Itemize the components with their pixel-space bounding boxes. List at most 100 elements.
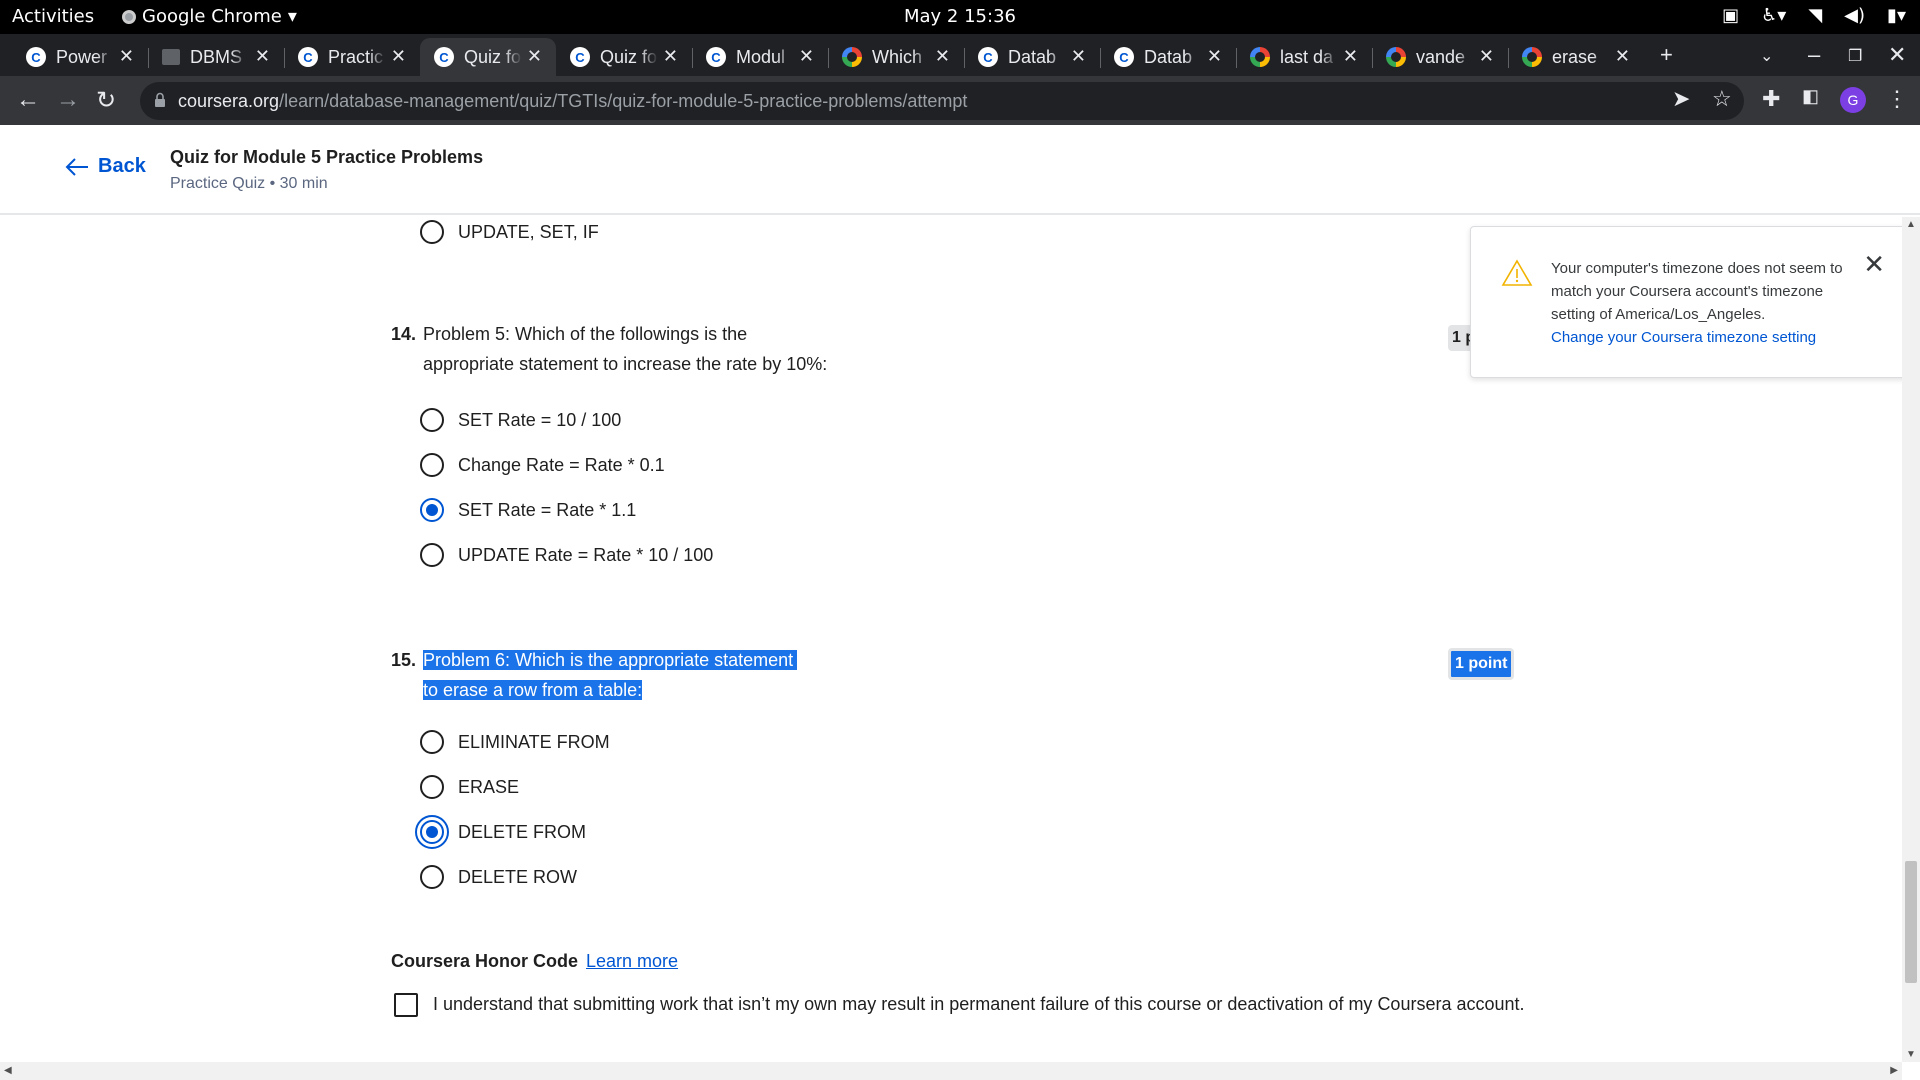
coursera-icon: C <box>570 47 590 67</box>
question-text-line: Problem 5: Which of the followings is th… <box>423 324 748 344</box>
scroll-right-icon[interactable]: ▶ <box>1890 1065 1898 1076</box>
honor-code-checkbox[interactable] <box>394 993 418 1017</box>
close-tab-icon[interactable]: ✕ <box>119 46 134 67</box>
option-label: ELIMINATE FROM <box>458 731 610 752</box>
warning-icon <box>1501 259 1533 286</box>
volume-icon: ◀) <box>1844 5 1866 26</box>
radio-button[interactable] <box>415 815 449 849</box>
vertical-scrollbar[interactable]: ▲ ▼ <box>1902 217 1920 1062</box>
browser-tab[interactable]: Which ✕ <box>828 38 964 76</box>
browser-toolbar: ← → ↻ coursera.org/learn/database-manage… <box>0 76 1920 125</box>
radio-option[interactable]: SET Rate = Rate * 1.1 <box>420 495 636 525</box>
back-arrow-icon[interactable]: ← <box>16 86 40 114</box>
change-timezone-link[interactable]: Change your Coursera timezone setting <box>1551 326 1871 349</box>
browser-tab[interactable]: C Quiz fo ✕ <box>556 38 692 76</box>
tab-title: Datab <box>1008 46 1057 67</box>
reload-icon[interactable]: ↻ <box>96 86 116 115</box>
close-tab-icon[interactable]: ✕ <box>527 46 542 67</box>
menu-dots-icon[interactable]: ⋮ <box>1886 86 1908 112</box>
radio-option[interactable]: UPDATE Rate = Rate * 10 / 100 <box>420 540 713 570</box>
radio-option[interactable]: DELETE ROW <box>420 862 577 892</box>
close-tab-icon[interactable]: ✕ <box>663 46 678 67</box>
minimize-icon[interactable]: – <box>1808 42 1820 68</box>
browser-tab[interactable]: C Power ✕ <box>12 38 148 76</box>
back-label: Back <box>98 155 146 177</box>
radio-button[interactable] <box>420 453 444 477</box>
close-tab-icon[interactable]: ✕ <box>391 46 406 67</box>
browser-tab[interactable]: erase ✕ <box>1508 38 1644 76</box>
browser-tab[interactable]: C Modul ✕ <box>692 38 828 76</box>
scroll-left-icon[interactable]: ◀ <box>4 1065 12 1076</box>
learn-more-link[interactable]: Learn more <box>586 951 678 972</box>
close-tab-icon[interactable]: ✕ <box>1207 46 1222 67</box>
browser-tab[interactable]: C Quiz fo ✕ <box>420 38 556 76</box>
scrollbar-thumb[interactable] <box>1905 861 1917 983</box>
back-button[interactable]: Back <box>64 155 146 178</box>
coursera-icon: C <box>978 47 998 67</box>
browser-tab[interactable]: C Datab ✕ <box>1100 38 1236 76</box>
option-label: DELETE ROW <box>458 866 578 887</box>
restore-icon[interactable]: ❐ <box>1848 46 1862 66</box>
arrow-left-icon <box>65 157 88 176</box>
radio-button[interactable] <box>420 408 444 432</box>
scroll-down-icon[interactable]: ▼ <box>1906 1049 1916 1060</box>
send-icon[interactable]: ➤ <box>1672 86 1690 112</box>
close-tab-icon[interactable]: ✕ <box>1479 46 1494 67</box>
timezone-notification: Your computer's timezone does not seem t… <box>1470 226 1908 378</box>
radio-option[interactable]: ERASE <box>420 772 519 802</box>
tab-title: Practic <box>328 46 384 67</box>
radio-option[interactable]: UPDATE, SET, IF <box>420 217 599 247</box>
google-icon <box>1250 47 1270 67</box>
tab-title: Modul <box>736 46 786 67</box>
forward-arrow-icon[interactable]: → <box>56 86 80 114</box>
side-panel-icon[interactable]: ◧ <box>1802 86 1819 107</box>
timezone-message: Your computer's timezone does not seem t… <box>1551 260 1843 323</box>
close-icon[interactable]: ✕ <box>1863 249 1885 280</box>
radio-button[interactable] <box>420 498 444 522</box>
tab-title: Which <box>872 46 923 67</box>
close-tab-icon[interactable]: ✕ <box>935 46 950 67</box>
radio-option[interactable]: Change Rate = Rate * 0.1 <box>420 450 665 480</box>
radio-button[interactable] <box>420 730 444 754</box>
coursera-icon: C <box>434 47 454 67</box>
close-tab-icon[interactable]: ✕ <box>1615 46 1630 67</box>
address-bar[interactable]: coursera.org/learn/database-management/q… <box>140 82 1744 120</box>
profile-avatar[interactable]: G <box>1840 87 1866 113</box>
url-host: coursera.org <box>178 90 280 111</box>
accessibility-icon: ♿▾ <box>1761 5 1787 26</box>
new-tab-button[interactable]: + <box>1660 42 1673 68</box>
radio-button[interactable] <box>420 775 444 799</box>
chat-icon: ▣ <box>1722 5 1740 26</box>
points-badge: 1 point <box>1448 648 1515 680</box>
honor-code-title: Coursera Honor Code <box>391 951 579 971</box>
extensions-icon[interactable]: ✚ <box>1762 86 1780 112</box>
browser-tab[interactable]: C Practic ✕ <box>284 38 420 76</box>
close-tab-icon[interactable]: ✕ <box>1343 46 1358 67</box>
radio-button[interactable] <box>420 865 444 889</box>
close-tab-icon[interactable]: ✕ <box>1071 46 1086 67</box>
radio-option[interactable]: ELIMINATE FROM <box>420 727 610 757</box>
close-tab-icon[interactable]: ✕ <box>255 46 270 67</box>
tab-title: erase <box>1552 46 1598 67</box>
browser-tab[interactable]: C Datab ✕ <box>964 38 1100 76</box>
question-text: Problem 5: Which of the followings is th… <box>423 319 863 379</box>
coursera-icon: C <box>1114 47 1134 67</box>
google-icon <box>1386 47 1406 67</box>
radio-option[interactable]: SET Rate = 10 / 100 <box>420 405 621 435</box>
radio-button[interactable] <box>420 220 444 244</box>
close-window-icon[interactable]: ✕ <box>1888 42 1906 68</box>
horizontal-scrollbar[interactable]: ◀ ▶ <box>0 1062 1902 1080</box>
star-icon[interactable]: ☆ <box>1712 86 1732 112</box>
browser-tab[interactable]: vande ✕ <box>1372 38 1508 76</box>
clock[interactable]: May 2 15:36 <box>0 6 1920 27</box>
option-label: Change Rate = Rate * 0.1 <box>458 454 665 475</box>
page-subtitle: Practice Quiz • 30 min <box>170 175 328 192</box>
radio-option[interactable]: DELETE FROM <box>415 815 586 849</box>
close-tab-icon[interactable]: ✕ <box>799 46 814 67</box>
browser-tab[interactable]: DBMS ✕ <box>148 38 284 76</box>
radio-button[interactable] <box>420 543 444 567</box>
browser-tab[interactable]: last da ✕ <box>1236 38 1372 76</box>
tab-search-icon[interactable]: ⌄ <box>1760 46 1773 66</box>
scroll-up-icon[interactable]: ▲ <box>1906 219 1916 230</box>
system-tray[interactable]: ▣ ♿▾ ◥ ◀) ▮▾ <box>1722 5 1906 26</box>
